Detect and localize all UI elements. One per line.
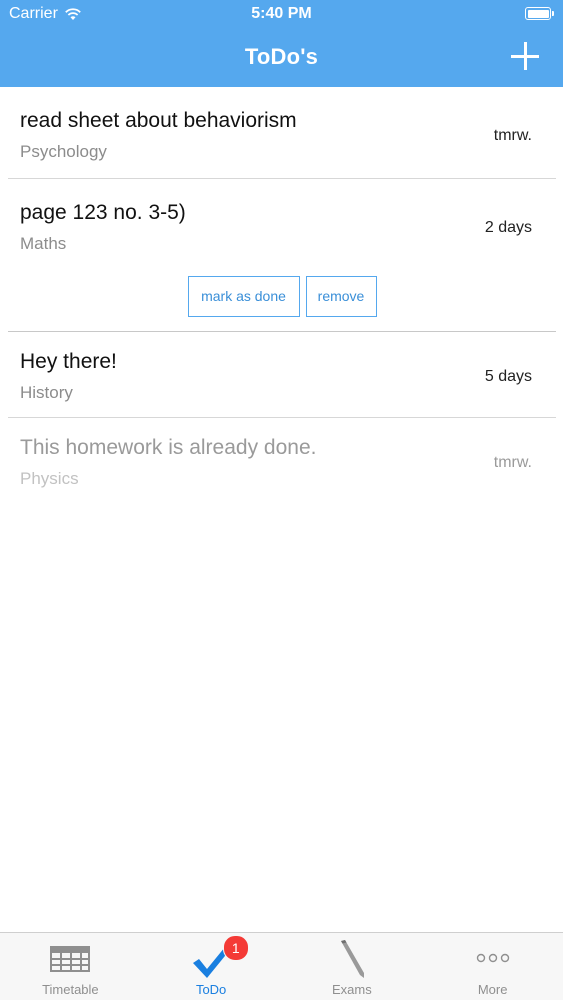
todo-subject: Psychology	[20, 142, 107, 161]
tab-bar: Timetable 1 ToDo Exams More	[0, 932, 563, 1000]
page-title: ToDo's	[244, 44, 319, 69]
mark-as-done-button[interactable]: mark as done	[187, 276, 300, 317]
tab-timetable[interactable]: Timetable	[0, 933, 141, 1000]
todo-due-date: tmrw.	[493, 127, 532, 144]
todo-subject: Maths	[20, 234, 67, 253]
todo-due-date: 5 days	[484, 368, 532, 385]
status-bar: Carrier 5:40 PM	[0, 0, 563, 30]
todo-subject: History	[20, 383, 73, 402]
tab-label: Timetable	[42, 982, 99, 997]
todo-due-date: tmrw.	[493, 454, 532, 471]
tab-todo[interactable]: 1 ToDo	[141, 933, 282, 1000]
notification-badge: 1	[222, 935, 249, 961]
todo-title: This homework is already done.	[20, 436, 317, 459]
tab-more[interactable]: More	[422, 933, 563, 1000]
todo-item-expanded[interactable]: page 123 no. 3-5) Maths 2 days mark as d…	[8, 179, 556, 332]
navigation-header: Carrier 5:40 PM ToDo's	[0, 0, 563, 87]
status-time: 5:40 PM	[251, 5, 312, 22]
ellipsis-icon	[476, 953, 509, 963]
todo-subject: Physics	[20, 469, 79, 488]
battery-icon	[525, 7, 554, 20]
add-todo-button[interactable]	[511, 42, 539, 70]
todo-item[interactable]: read sheet about behaviorism Psychology …	[8, 87, 556, 179]
todo-actions: mark as done remove	[8, 276, 556, 317]
tab-exams[interactable]: Exams	[282, 933, 423, 1000]
todo-title: read sheet about behaviorism	[20, 109, 297, 132]
todo-title: Hey there!	[20, 350, 117, 373]
todo-item-done[interactable]: This homework is already done. Physics t…	[8, 418, 556, 504]
remove-button[interactable]: remove	[305, 276, 377, 317]
calendar-grid-icon	[50, 946, 91, 972]
todo-list: read sheet about behaviorism Psychology …	[0, 87, 563, 504]
tab-label: ToDo	[195, 982, 227, 997]
todo-due-date: 2 days	[484, 219, 532, 236]
tab-label: Exams	[332, 982, 372, 997]
todo-title: page 123 no. 3-5)	[20, 201, 186, 224]
tab-label: More	[477, 982, 508, 997]
pen-icon	[340, 940, 364, 978]
todo-item[interactable]: Hey there! History 5 days	[8, 332, 556, 418]
